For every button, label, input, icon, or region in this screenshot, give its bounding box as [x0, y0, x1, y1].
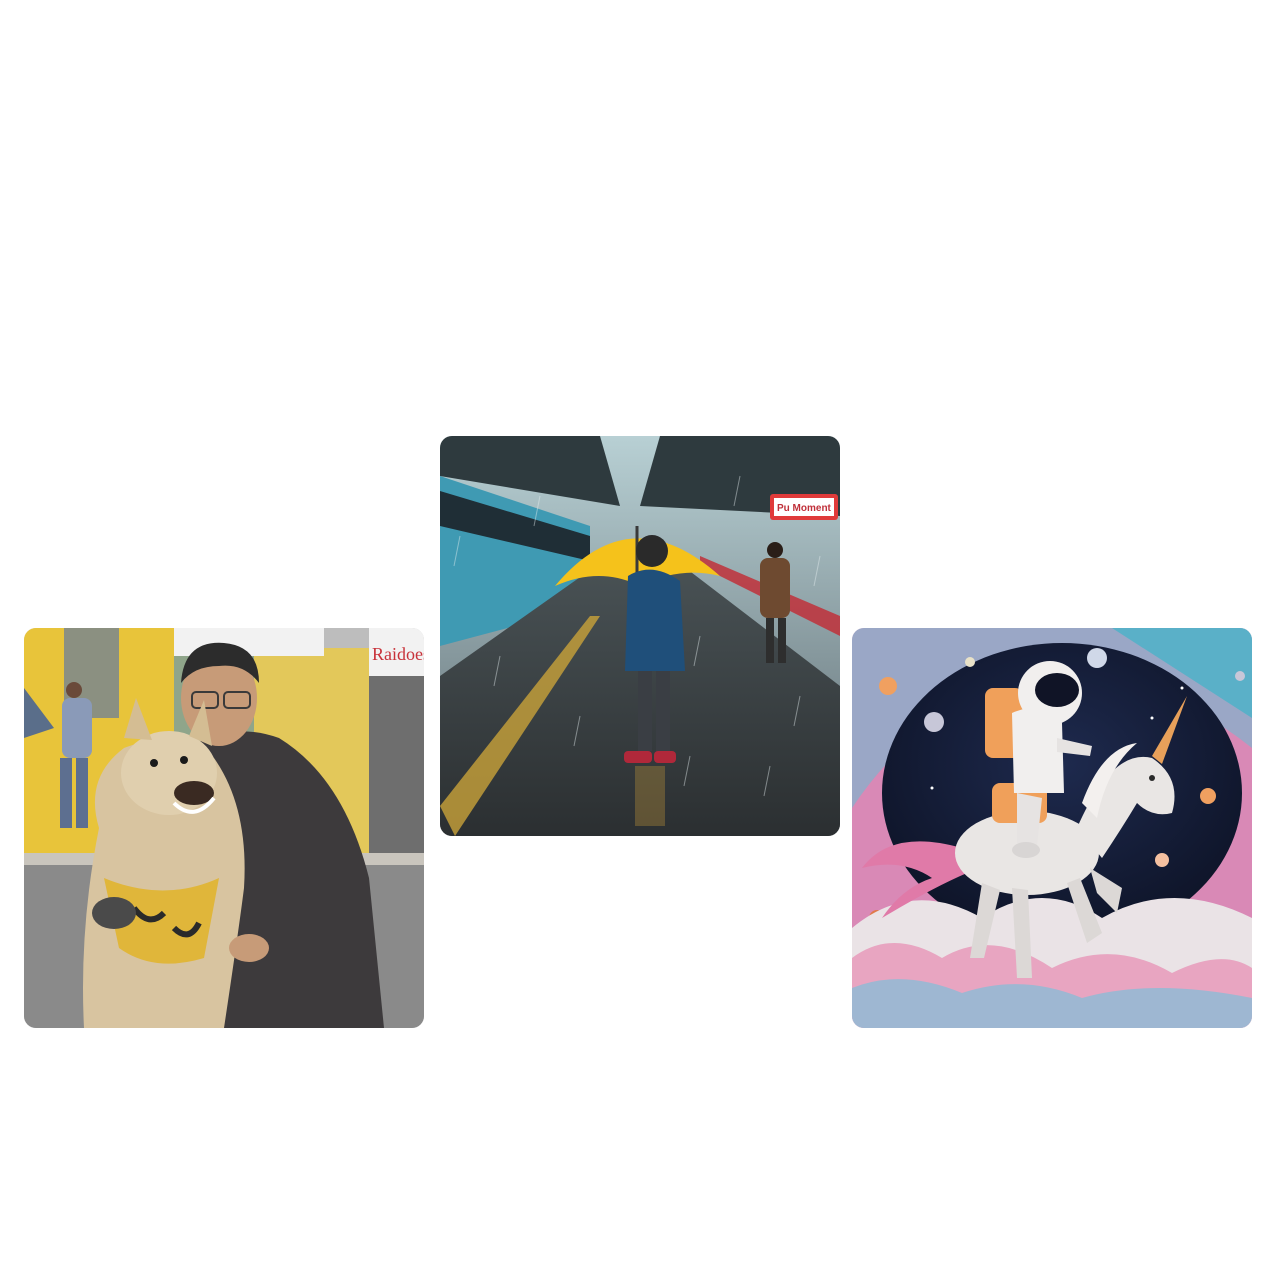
gallery-image-man-with-dog[interactable]: Raidoes: [24, 628, 424, 1028]
storefront-sign: Raidoes: [372, 644, 424, 664]
gallery-image-astronaut-unicorn[interactable]: [852, 628, 1252, 1028]
space-unicorn-illustration: [852, 628, 1252, 1028]
platform-sign: Pu Moment: [777, 503, 832, 514]
rainy-platform-illustration: Pu Moment: [440, 436, 840, 836]
man-with-dog-illustration: Raidoes: [24, 628, 424, 1028]
gallery-image-child-with-umbrella[interactable]: Pu Moment: [440, 436, 840, 836]
